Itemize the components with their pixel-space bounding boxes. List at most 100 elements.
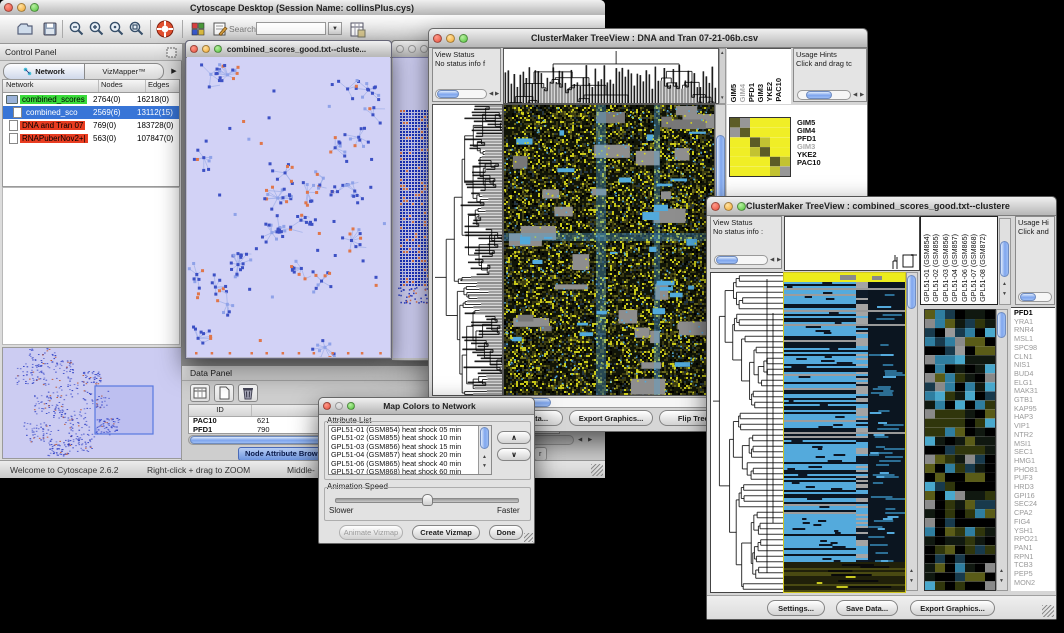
tv2-vscrollbar[interactable]: ▲ ▼ (906, 272, 918, 591)
tv2-row-dendrogram[interactable] (710, 272, 784, 593)
resize-grip[interactable] (524, 533, 533, 542)
select-attributes-button[interactable] (190, 384, 210, 402)
network-table-row[interactable]: DNA and Tran 07769(0)183728(0) (3, 119, 179, 132)
scroll-left-icon[interactable]: ◀ (489, 91, 493, 97)
column-label[interactable]: GPL51-06 (GSM865) (960, 234, 969, 302)
network-view-canvas[interactable] (187, 57, 390, 357)
column-label[interactable]: GPL51-03 (GSM856) (941, 234, 950, 302)
minimize-button[interactable] (202, 45, 210, 53)
minimize-button[interactable] (446, 34, 455, 43)
network1-title-bar[interactable]: combined_scores_good.txt--cluste... (186, 41, 391, 58)
tv2-heatmap[interactable] (783, 272, 906, 593)
close-button[interactable] (323, 402, 331, 410)
zoom-out-icon[interactable] (68, 20, 86, 38)
column-label[interactable]: PAC10 (774, 78, 783, 102)
resize-grip[interactable] (1042, 605, 1054, 617)
scroll-right-icon[interactable]: ▶ (777, 257, 781, 263)
zoom-selected-icon[interactable] (108, 20, 126, 38)
network-table-row[interactable]: combined_scores2764(0)16218(0) (3, 93, 179, 106)
column-label[interactable]: YKE2 (765, 82, 774, 102)
tab-network[interactable]: Network (3, 63, 85, 80)
animation-speed-slider[interactable] (335, 498, 519, 503)
column-label[interactable]: GIM5 (729, 84, 738, 102)
tv2-column-dendrogram[interactable] (784, 216, 920, 271)
network-table-row[interactable]: RNAPuberNov2+|563(0)107847(0) (3, 132, 179, 145)
tv2-export-graphics-button[interactable]: Export Graphics... (910, 600, 995, 616)
minimize-button[interactable] (724, 202, 733, 211)
tv1-heatmap[interactable] (503, 104, 715, 396)
tv2-usage-scrollbar[interactable] (1018, 292, 1052, 302)
tab-overflow-button[interactable]: ▶ (168, 65, 180, 78)
zoom-button[interactable] (30, 3, 39, 12)
search-input[interactable] (256, 22, 326, 35)
scroll-right-icon[interactable]: ▶ (588, 437, 592, 443)
column-label[interactable]: GPL51-04 (GSM857) (950, 234, 959, 302)
row-label[interactable]: PAC10 (797, 159, 857, 167)
tv1-zoom-heatmap[interactable] (729, 117, 791, 177)
column-label[interactable]: GPL51-01 (GSM854) (922, 234, 931, 302)
row-label[interactable]: MON2 (1014, 579, 1038, 588)
close-button[interactable] (433, 34, 442, 43)
zoom-button[interactable] (347, 402, 355, 410)
annotation-icon[interactable] (211, 20, 229, 38)
tv2-zoom-heatmap[interactable] (924, 309, 996, 591)
tv1-collabel-scrollbar[interactable]: ▲ ▼ (719, 48, 726, 104)
new-attribute-button[interactable] (214, 384, 234, 402)
tv1-usage-scrollbar[interactable] (797, 90, 851, 100)
column-nodes[interactable]: Nodes (99, 80, 146, 92)
vizmapper-icon[interactable] (189, 20, 207, 38)
scroll-right-icon[interactable]: ▶ (495, 91, 499, 97)
float-panel-icon[interactable] (166, 47, 177, 58)
close-button[interactable] (4, 3, 13, 12)
open-session-icon[interactable] (16, 20, 34, 38)
close-button[interactable] (190, 45, 198, 53)
zoom-button[interactable] (459, 34, 468, 43)
tv1-status-scrollbar[interactable] (435, 89, 487, 99)
zoom-fit-icon[interactable] (128, 20, 146, 38)
column-edges[interactable]: Edges (146, 80, 179, 92)
zoom-button[interactable] (737, 202, 746, 211)
column-network[interactable]: Network (3, 80, 99, 92)
attribute-list-item[interactable]: GPL51-07 (GSM868) heat shock 60 min (329, 468, 479, 475)
delete-attribute-button[interactable] (238, 384, 258, 402)
column-label[interactable]: GPL51-07 (GSM868) (969, 234, 978, 302)
column-label[interactable]: GPL51-08 (GSM872) (978, 234, 987, 302)
slider-thumb[interactable] (422, 494, 433, 506)
scroll-left-icon[interactable]: ◀ (578, 437, 582, 443)
tv1-export-graphics-button[interactable]: Export Graphics... (569, 410, 653, 426)
minimize-button[interactable] (408, 45, 416, 53)
close-button[interactable] (396, 45, 404, 53)
tv2-save-data-button[interactable]: Save Data... (836, 600, 898, 616)
search-dropdown-button[interactable]: ▼ (328, 22, 342, 35)
dialog-title-bar[interactable]: Map Colors to Network (319, 398, 534, 415)
column-label[interactable]: GIM4 (738, 84, 747, 102)
zoom-button[interactable] (214, 45, 222, 53)
scroll-left-icon[interactable]: ◀ (853, 92, 857, 98)
tv2-status-scrollbar[interactable] (714, 255, 768, 265)
create-vizmap-button[interactable]: Create Vizmap (412, 525, 480, 540)
zoom-in-icon[interactable] (88, 20, 106, 38)
close-button[interactable] (711, 202, 720, 211)
scroll-left-icon[interactable]: ◀ (770, 257, 774, 263)
tv2-collabel-scrollbar[interactable]: ▲ ▼ (999, 218, 1011, 305)
treeview2-title-bar[interactable]: ClusterMaker TreeView : combined_scores_… (707, 197, 1056, 216)
birdseye-view[interactable] (2, 347, 182, 459)
tv1-column-dendrogram[interactable] (503, 48, 719, 104)
network-table-row[interactable]: combined_sco2569(6)13112(15) (3, 106, 179, 119)
column-label[interactable]: GIM3 (756, 84, 765, 102)
minimize-button[interactable] (335, 402, 343, 410)
help-icon[interactable] (155, 19, 175, 39)
move-up-button[interactable]: ∧ (497, 431, 531, 444)
tab-vizmapper[interactable]: VizMapper™ (84, 63, 164, 80)
tv2-zoom-scrollbar[interactable]: ▲ ▼ (996, 309, 1008, 591)
attribute-browser-icon[interactable] (348, 19, 367, 39)
attribute-listbox[interactable]: GPL51-01 (GSM854) heat shock 05 minGPL51… (328, 425, 492, 475)
tv1-row-dendrogram[interactable] (432, 104, 503, 396)
save-session-icon[interactable] (41, 20, 59, 38)
tv2-settings-button[interactable]: Settings... (767, 600, 825, 616)
zoom-button[interactable] (420, 45, 428, 53)
treeview1-title-bar[interactable]: ClusterMaker TreeView : DNA and Tran 07-… (429, 29, 867, 48)
main-title-bar[interactable]: Cytoscape Desktop (Session Name: collins… (0, 0, 605, 16)
done-button[interactable]: Done (489, 525, 523, 540)
edge-attribute-browser-tab-partial[interactable]: r (534, 447, 547, 461)
